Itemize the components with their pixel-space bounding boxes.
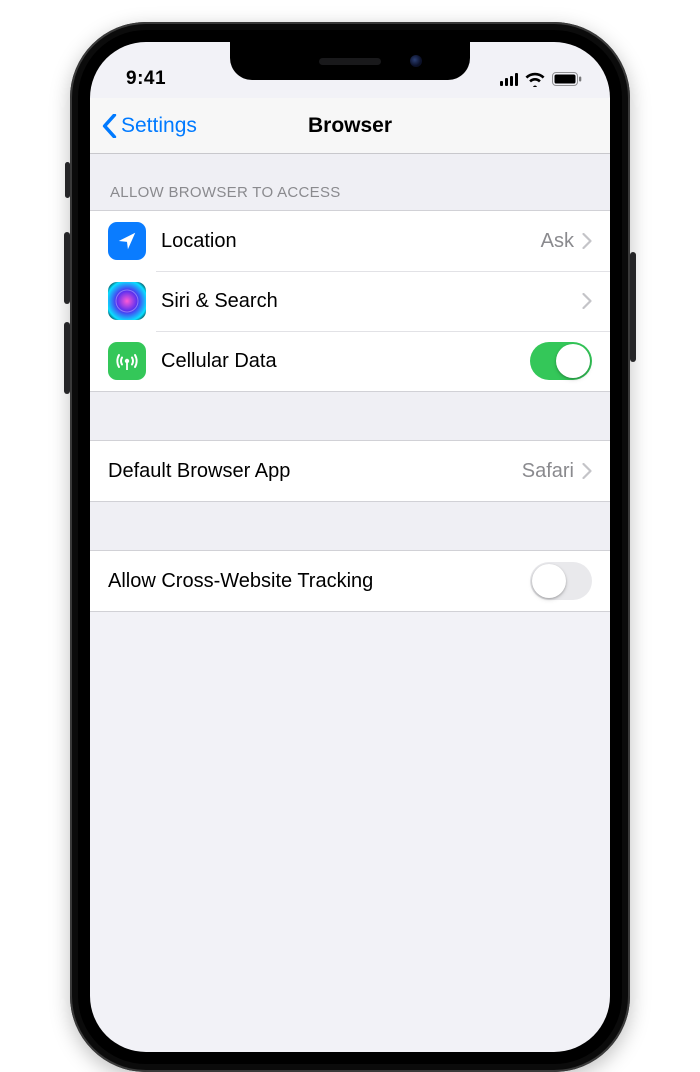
battery-icon: [552, 72, 582, 86]
mute-switch: [65, 162, 70, 198]
row-cellular-data: Cellular Data: [90, 331, 610, 391]
cellular-data-toggle[interactable]: [530, 342, 592, 380]
speaker-grille: [319, 58, 381, 65]
access-list: Location Ask Siri & Search: [90, 210, 610, 392]
volume-up-button: [64, 232, 70, 304]
row-default-browser[interactable]: Default Browser App Safari: [90, 441, 610, 501]
back-label: Settings: [121, 114, 197, 138]
chevron-left-icon: [102, 114, 117, 138]
nav-bar: Settings Browser: [90, 98, 610, 154]
row-cross-website-tracking: Allow Cross-Website Tracking: [90, 551, 610, 611]
section-divider: [90, 392, 610, 440]
wifi-icon: [525, 72, 545, 87]
row-value: Safari: [522, 460, 574, 483]
notch: [230, 42, 470, 80]
tracking-list: Allow Cross-Website Tracking: [90, 550, 610, 612]
cross-tracking-toggle[interactable]: [530, 562, 592, 600]
row-label: Cellular Data: [161, 350, 530, 373]
screen: 9:41 S: [90, 42, 610, 1052]
row-label: Location: [161, 230, 541, 253]
volume-down-button: [64, 322, 70, 394]
cellular-signal-icon: [500, 73, 519, 86]
row-label: Default Browser App: [108, 460, 522, 483]
chevron-right-icon: [582, 463, 592, 479]
location-icon: [108, 222, 146, 260]
row-siri-search[interactable]: Siri & Search: [90, 271, 610, 331]
iphone-device-frame: 9:41 S: [70, 22, 630, 1072]
cellular-data-icon: [108, 342, 146, 380]
row-label: Allow Cross-Website Tracking: [108, 570, 530, 593]
chevron-right-icon: [582, 293, 592, 309]
siri-icon: [108, 282, 146, 320]
chevron-right-icon: [582, 233, 592, 249]
row-label: Siri & Search: [161, 290, 582, 313]
default-browser-list: Default Browser App Safari: [90, 440, 610, 502]
status-time: 9:41: [126, 68, 166, 90]
row-value: Ask: [541, 230, 574, 253]
back-button[interactable]: Settings: [90, 114, 197, 138]
section-divider: [90, 502, 610, 550]
row-location[interactable]: Location Ask: [90, 211, 610, 271]
front-camera: [410, 55, 422, 67]
section-header-access: ALLOW BROWSER TO ACCESS: [90, 154, 610, 210]
power-button: [630, 252, 636, 362]
